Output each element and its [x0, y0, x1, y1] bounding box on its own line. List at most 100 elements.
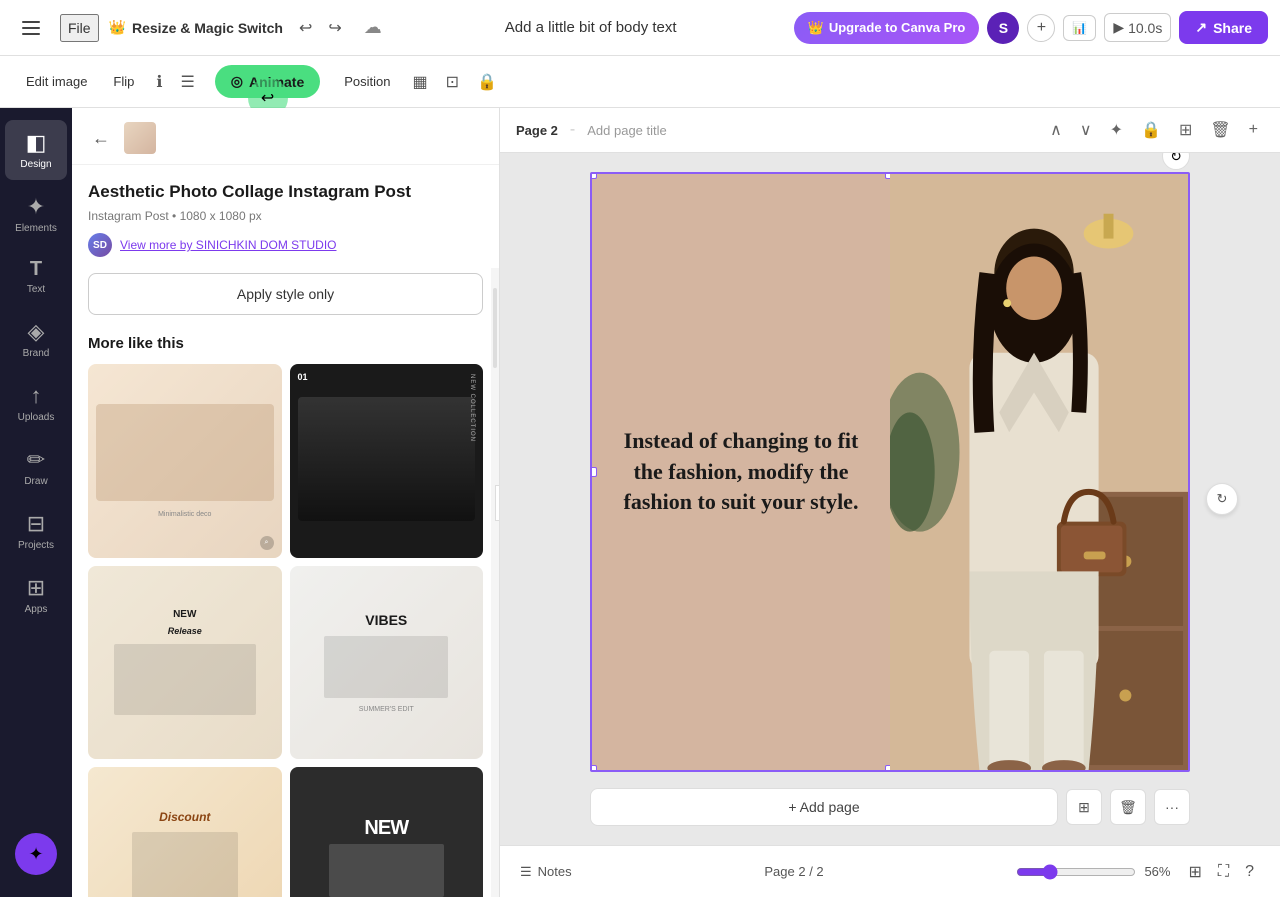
sidebar-item-design[interactable]: ◧ Design — [5, 120, 67, 180]
sidebar-label-brand: Brand — [23, 348, 50, 359]
info-button[interactable]: ℹ — [150, 66, 168, 98]
position-button[interactable]: Position — [334, 68, 400, 95]
uploads-icon: ↑ — [31, 383, 42, 409]
add-page-button[interactable]: + Add page — [590, 788, 1058, 826]
edit-image-button[interactable]: Edit image — [16, 68, 97, 95]
upgrade-label: Upgrade to Canva Pro — [829, 20, 966, 35]
file-menu-button[interactable]: File — [60, 14, 99, 42]
add-collaborator-button[interactable]: + — [1027, 14, 1055, 42]
view-buttons: ⊞ ⛶ ? — [1182, 858, 1260, 886]
sidebar-item-brand[interactable]: ◈ Brand — [5, 309, 67, 369]
cloud-save-button[interactable]: ☁ — [358, 11, 388, 44]
page-add-button[interactable]: + — [1243, 116, 1264, 144]
page-down-button[interactable]: ∨ — [1074, 116, 1098, 144]
thumb-content-4: Vibes SUMMER'S EDIT — [290, 566, 484, 760]
hamburger-menu-button[interactable] — [12, 11, 50, 45]
sidebar-item-apps[interactable]: ⊞ Apps — [5, 565, 67, 625]
magic-studio-icon: ✦ — [28, 844, 43, 865]
page-copy-button[interactable]: ⊞ — [1173, 116, 1198, 144]
crop-button[interactable]: ⊡ — [440, 66, 465, 98]
canvas-right-panel — [890, 174, 1188, 770]
grid-view-button[interactable]: ⊞ — [1182, 858, 1207, 886]
thumb-search-icon: ⌕ — [260, 536, 274, 550]
user-avatar-button[interactable]: S — [987, 12, 1019, 44]
apply-style-button[interactable]: Apply style only — [88, 273, 483, 315]
canvas-area: Page 2 - Add page title ∧ ∨ ✦ 🔒 ⊞ 🗑 + ↻ — [500, 108, 1280, 897]
top-bar-left: File 👑 Resize & Magic Switch ↩ ↪ ☁ — [12, 11, 388, 45]
notes-icon: ☰ — [520, 864, 532, 880]
back-button[interactable]: ← — [88, 124, 114, 153]
lock-button[interactable]: 🔒 — [471, 66, 503, 98]
rotate-handle[interactable]: ↻ — [1162, 153, 1190, 170]
sidebar-item-draw[interactable]: ✏ Draw — [5, 437, 67, 497]
zoom-slider[interactable] — [1016, 864, 1136, 880]
page-more-button[interactable]: ··· — [1154, 789, 1190, 825]
page-up-button[interactable]: ∧ — [1044, 116, 1068, 144]
transparency-button[interactable]: ▦ — [407, 66, 434, 98]
template-thumbnail-1[interactable]: Minimalistic deco ⌕ — [88, 364, 282, 558]
sidebar-item-text[interactable]: T Text — [5, 248, 67, 305]
canvas-scroll[interactable]: ↻ Instead of changing to fit the fashion… — [500, 153, 1280, 845]
creator-link[interactable]: View more by SINICHKIN DOM STUDIO — [120, 238, 336, 252]
selection-handle-middle-left[interactable] — [590, 467, 597, 477]
template-title: Aesthetic Photo Collage Instagram Post — [88, 181, 483, 203]
page-star-button[interactable]: ✦ — [1104, 116, 1129, 144]
sidebar-item-projects[interactable]: ⊟ Projects — [5, 501, 67, 561]
thumb-content-1: Minimalistic deco ⌕ — [88, 364, 282, 558]
share-label: Share — [1213, 20, 1252, 36]
instagram-canvas[interactable]: Instead of changing to fit the fashion, … — [590, 172, 1190, 772]
canvas-quote-text: Instead of changing to fit the fashion, … — [612, 426, 870, 518]
thumb-content-5: Discount GET 30% OFF — [88, 767, 282, 897]
template-thumbnail-6[interactable]: NEW Summer Collection — [290, 767, 484, 897]
thumb-content-3: NEW Release — [88, 566, 282, 760]
magic-studio-button[interactable]: ✦ — [15, 833, 57, 875]
stats-button[interactable]: 📊 — [1063, 15, 1096, 41]
document-title-input[interactable] — [396, 19, 786, 36]
page-delete-button[interactable]: 🗑 — [1204, 116, 1236, 144]
more-like-this-title: More like this — [88, 335, 483, 352]
upgrade-button[interactable]: 👑 Upgrade to Canva Pro — [794, 12, 980, 44]
template-thumbnail-3[interactable]: NEW Release — [88, 566, 282, 760]
elements-icon: ✦ — [27, 194, 45, 220]
preview-button[interactable]: ▶ 10.0s — [1104, 13, 1171, 42]
thumb-image-4 — [324, 636, 448, 698]
zoom-value-label: 56% — [1144, 864, 1170, 879]
template-thumbnail-2[interactable]: NEW COLLECTION 01 — [290, 364, 484, 558]
panel-scrollbar[interactable] — [491, 268, 499, 897]
add-page-section: + Add page ⊞ 🗑 ··· — [590, 788, 1190, 826]
thumb-text-2: NEW COLLECTION — [469, 374, 475, 442]
page-bar-actions: ∧ ∨ ✦ 🔒 ⊞ 🗑 + — [1044, 116, 1264, 144]
page-lock-button[interactable]: 🔒 — [1135, 116, 1167, 144]
top-bar-right: 👑 Upgrade to Canva Pro S + 📊 ▶ 10.0s ↗ S… — [794, 11, 1268, 44]
left-sidebar: ◧ Design ✦ Elements T Text ◈ Brand ↑ Upl… — [0, 108, 72, 897]
sidebar-label-design: Design — [20, 159, 51, 170]
canvas-right-controls: ↻ — [1206, 483, 1238, 515]
undo-button[interactable]: ↩ — [293, 12, 318, 44]
fullscreen-button[interactable]: ⛶ — [1212, 858, 1235, 886]
thumb-image-6 — [329, 844, 444, 897]
template-thumbnail-5[interactable]: Discount GET 30% OFF — [88, 767, 282, 897]
help-button[interactable]: ? — [1239, 858, 1260, 886]
page-duplicate-button[interactable]: ⊞ — [1066, 789, 1102, 825]
canvas-left-panel: Instead of changing to fit the fashion, … — [592, 174, 890, 770]
flip-button[interactable]: Flip — [103, 68, 144, 95]
thumb-title-3: NEW — [173, 609, 196, 620]
selection-handle-top-left[interactable] — [590, 172, 597, 179]
app-title: Resize & Magic Switch — [132, 20, 283, 36]
template-thumbnail-4[interactable]: Vibes SUMMER'S EDIT — [290, 566, 484, 760]
redo-button[interactable]: ↪ — [322, 12, 347, 44]
rotate-right-button[interactable]: ↻ — [1206, 483, 1238, 515]
selection-handle-bottom-left[interactable] — [590, 765, 597, 772]
page-trash-button[interactable]: 🗑 — [1110, 789, 1146, 825]
add-page-title[interactable]: Add page title — [587, 123, 667, 138]
logo-area: 👑 Resize & Magic Switch — [109, 19, 283, 36]
notes-button[interactable]: ☰ Notes — [520, 864, 572, 880]
sidebar-item-uploads[interactable]: ↑ Uploads — [5, 373, 67, 433]
menu-button[interactable]: ☰ — [174, 66, 200, 98]
thumb-image-2 — [298, 397, 476, 521]
top-toolbar: File 👑 Resize & Magic Switch ↩ ↪ ☁ 👑 Upg… — [0, 0, 1280, 56]
sidebar-label-text: Text — [27, 284, 45, 295]
sidebar-item-elements[interactable]: ✦ Elements — [5, 184, 67, 244]
share-button[interactable]: ↗ Share — [1179, 11, 1268, 44]
upgrade-crown-icon: 👑 — [808, 20, 824, 36]
